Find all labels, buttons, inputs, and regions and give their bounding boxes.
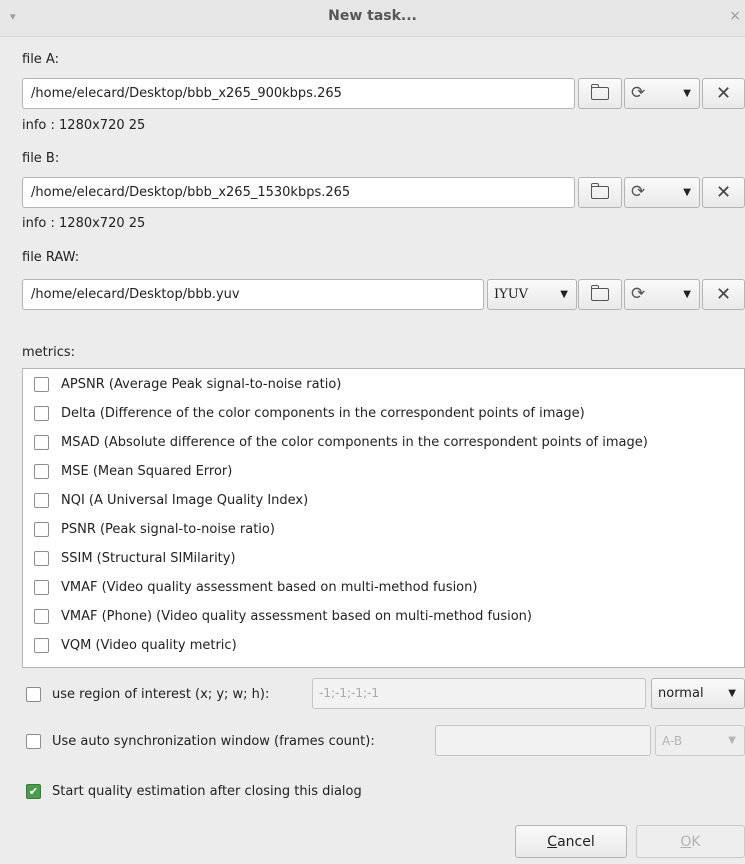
roi-label: use region of interest (x; y; w; h): <box>52 686 270 702</box>
metric-psnr[interactable]: PSNR (Peak signal-to-noise ratio) <box>23 515 275 544</box>
metric-ssim-label: SSIM (Structural SIMilarity) <box>61 551 236 566</box>
file-b-browse-button[interactable] <box>578 177 622 208</box>
sync-mode-value: A-B <box>662 733 683 748</box>
cancel-label-rest: ancel <box>557 833 595 850</box>
metric-delta-checkbox[interactable] <box>34 406 49 421</box>
raw-format-select[interactable]: IYUV ▼ <box>487 279 577 310</box>
sync-label: Use auto synchronization window (frames … <box>52 733 375 749</box>
file-raw-label: file RAW: <box>22 250 80 265</box>
chevron-down-icon: ▼ <box>728 735 736 746</box>
ok-label-rest: K <box>691 833 701 850</box>
file-raw-clear-button[interactable]: ✕ <box>702 279 745 310</box>
file-b-reload-button[interactable]: ⟳ ▼ <box>624 177 700 208</box>
metric-ssim[interactable]: SSIM (Structural SIMilarity) <box>23 544 236 573</box>
sync-frames-input[interactable] <box>435 725 651 756</box>
metric-vmaf-phone[interactable]: VMAF (Phone) (Video quality assessment b… <box>23 602 532 631</box>
metric-mse[interactable]: MSE (Mean Squared Error) <box>23 457 232 486</box>
cancel-button[interactable]: Cancel <box>515 825 627 858</box>
sync-row[interactable]: Use auto synchronization window (frames … <box>26 731 375 751</box>
ok-button[interactable]: OK <box>636 825 745 858</box>
close-icon: ✕ <box>715 284 732 305</box>
metric-nqi-checkbox[interactable] <box>34 493 49 508</box>
metric-apsnr-checkbox[interactable] <box>34 377 49 392</box>
metric-vqm-checkbox[interactable] <box>34 638 49 653</box>
metric-apsnr-label: APSNR (Average Peak signal-to-noise rati… <box>61 377 342 392</box>
folder-icon <box>591 183 609 199</box>
chevron-down-icon[interactable]: ▼ <box>683 88 691 99</box>
title-bar[interactable]: ▾ New task... × <box>0 0 745 37</box>
file-raw-path-input[interactable]: /home/elecard/Desktop/bbb.yuv <box>22 279 484 310</box>
window-title: New task... <box>328 8 417 24</box>
cancel-label: Cancel <box>547 834 594 850</box>
metric-apsnr[interactable]: APSNR (Average Peak signal-to-noise rati… <box>23 370 341 399</box>
sync-mode-select[interactable]: A-B ▼ <box>655 725 745 756</box>
file-a-browse-button[interactable] <box>578 78 622 109</box>
metric-vmaf-label: VMAF (Video quality assessment based on … <box>61 580 478 595</box>
close-icon: ✕ <box>715 83 732 104</box>
metric-vmaf-phone-checkbox[interactable] <box>34 609 49 624</box>
file-a-clear-button[interactable]: ✕ <box>702 78 745 109</box>
chevron-down-icon[interactable]: ▼ <box>683 187 691 198</box>
metric-psnr-label: PSNR (Peak signal-to-noise ratio) <box>61 522 275 537</box>
ok-label: OK <box>680 834 700 850</box>
reload-icon: ⟳ <box>631 83 646 103</box>
roi-mode-value: normal <box>658 686 704 701</box>
close-icon: ✕ <box>715 182 732 203</box>
metric-psnr-checkbox[interactable] <box>34 522 49 537</box>
raw-format-value: IYUV <box>494 287 529 302</box>
metric-vmaf[interactable]: VMAF (Video quality assessment based on … <box>23 573 477 602</box>
metric-msad-label: MSAD (Absolute difference of the color c… <box>61 435 648 450</box>
chevron-down-icon: ▼ <box>560 289 568 300</box>
metric-vqm[interactable]: VQM (Video quality metric) <box>23 631 237 660</box>
metric-msad[interactable]: MSAD (Absolute difference of the color c… <box>23 428 648 457</box>
metric-ssim-checkbox[interactable] <box>34 551 49 566</box>
start-after-checkbox[interactable]: ✔ <box>26 783 41 799</box>
metric-msad-checkbox[interactable] <box>34 435 49 450</box>
chevron-down-icon: ▼ <box>728 688 736 699</box>
metric-vmaf-checkbox[interactable] <box>34 580 49 595</box>
metrics-list[interactable]: APSNR (Average Peak signal-to-noise rati… <box>22 368 745 668</box>
start-after-label: Start quality estimation after closing t… <box>52 783 362 799</box>
metric-mse-label: MSE (Mean Squared Error) <box>61 464 233 479</box>
metric-mse-checkbox[interactable] <box>34 464 49 479</box>
metric-delta-label: Delta (Difference of the color component… <box>61 406 585 421</box>
file-raw-reload-button[interactable]: ⟳ ▼ <box>624 279 700 310</box>
file-b-label: file B: <box>22 151 60 166</box>
roi-checkbox[interactable] <box>26 686 41 702</box>
metric-vqm-label: VQM (Video quality metric) <box>61 638 237 653</box>
start-after-row[interactable]: ✔ Start quality estimation after closing… <box>26 781 362 801</box>
file-b-clear-button[interactable]: ✕ <box>702 177 745 208</box>
file-a-path-input[interactable]: /home/elecard/Desktop/bbb_x265_900kbps.2… <box>22 78 575 109</box>
metrics-label: metrics: <box>22 345 76 360</box>
reload-icon: ⟳ <box>631 182 646 202</box>
file-raw-browse-button[interactable] <box>578 279 622 310</box>
metric-nqi-label: NQI (A Universal Image Quality Index) <box>61 493 309 508</box>
file-a-reload-button[interactable]: ⟳ ▼ <box>624 78 700 109</box>
roi-input[interactable]: -1;-1;-1;-1 <box>312 678 646 709</box>
file-b-info: info : 1280x720 25 <box>22 216 146 231</box>
chevron-down-icon[interactable]: ▼ <box>683 289 691 300</box>
file-a-info: info : 1280x720 25 <box>22 118 146 133</box>
metric-vmaf-phone-label: VMAF (Phone) (Video quality assessment b… <box>61 609 532 624</box>
reload-icon: ⟳ <box>631 284 646 304</box>
file-b-path-input[interactable]: /home/elecard/Desktop/bbb_x265_1530kbps.… <box>22 177 575 208</box>
cancel-mnemonic: C <box>547 833 558 850</box>
window-close-icon[interactable]: × <box>729 8 741 24</box>
folder-icon <box>591 285 609 301</box>
roi-mode-select[interactable]: normal ▼ <box>651 678 745 709</box>
folder-icon <box>591 84 609 100</box>
metric-nqi[interactable]: NQI (A Universal Image Quality Index) <box>23 486 308 515</box>
sync-checkbox[interactable] <box>26 733 41 749</box>
file-a-label: file A: <box>22 52 59 67</box>
roi-row[interactable]: use region of interest (x; y; w; h): <box>26 684 269 704</box>
metric-delta[interactable]: Delta (Difference of the color component… <box>23 399 585 428</box>
ok-mnemonic: O <box>680 833 692 850</box>
